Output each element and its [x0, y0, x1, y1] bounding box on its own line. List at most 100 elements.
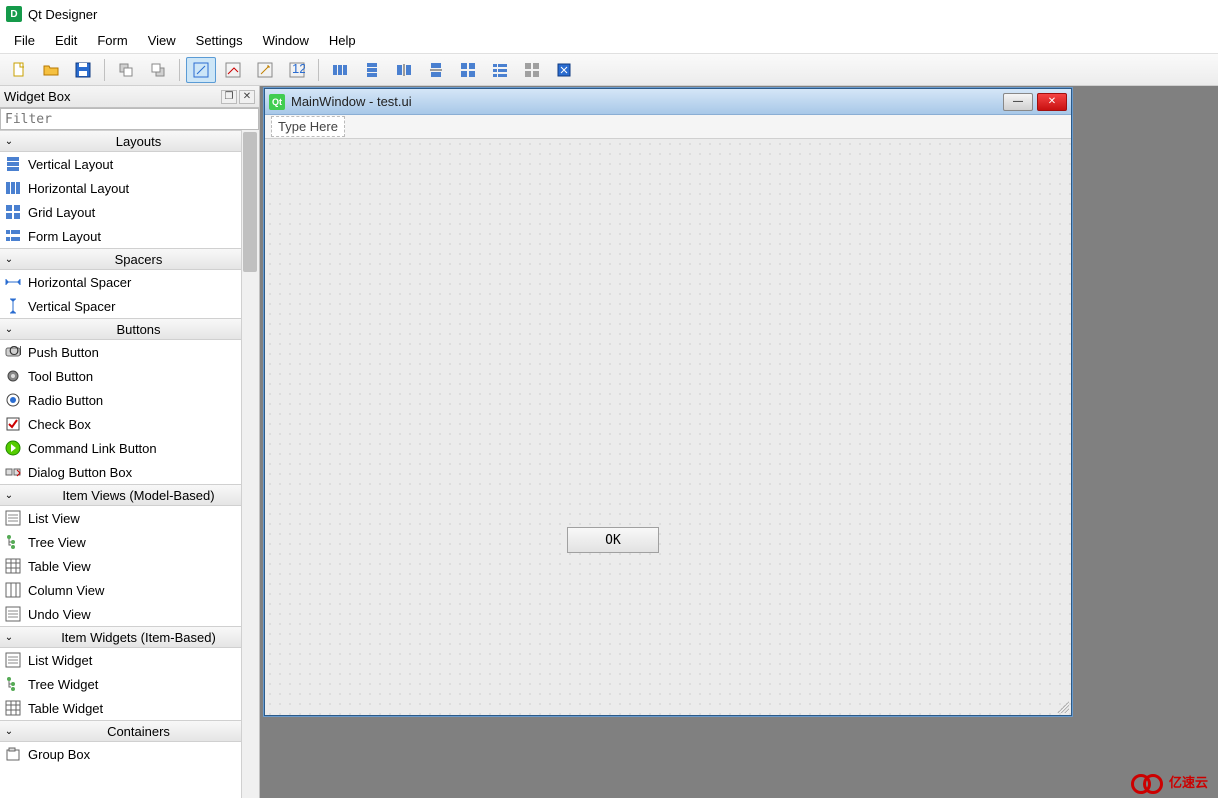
save-button[interactable] [68, 57, 98, 83]
category-spacers[interactable]: ⌄Spacers [0, 248, 259, 270]
new-file-button[interactable] [4, 57, 34, 83]
form-window[interactable]: Qt MainWindow - test.ui — ✕ Type Here OK [264, 88, 1072, 716]
category-containers[interactable]: ⌄Containers [0, 720, 259, 742]
dialog-button-box-icon [4, 463, 22, 481]
tree-view-icon [4, 533, 22, 551]
layout-horiz-splitter-button[interactable] [389, 57, 419, 83]
layout-form-button[interactable] [485, 57, 515, 83]
push-button-icon: OK [4, 343, 22, 361]
dock-float-button[interactable]: ❐ [221, 90, 237, 104]
category-label: Item Widgets (Item-Based) [18, 630, 259, 645]
menu-file[interactable]: File [4, 30, 45, 51]
widget-item-label: Horizontal Spacer [28, 275, 131, 290]
chevron-down-icon: ⌄ [0, 726, 18, 737]
scrollbar[interactable] [241, 130, 259, 798]
menu-settings[interactable]: Settings [186, 30, 253, 51]
ok-button[interactable]: OK [567, 527, 659, 553]
widget-filter-input[interactable] [0, 108, 259, 130]
layout-grid-button[interactable] [453, 57, 483, 83]
category-item-widgets-item-based-[interactable]: ⌄Item Widgets (Item-Based) [0, 626, 259, 648]
widget-radio-button[interactable]: Radio Button [0, 388, 259, 412]
widget-table-widget[interactable]: Table Widget [0, 696, 259, 720]
widget-item-label: Horizontal Layout [28, 181, 129, 196]
size-grip-icon[interactable] [1057, 701, 1069, 713]
svg-text:12: 12 [292, 62, 305, 76]
break-layout-button[interactable] [517, 57, 547, 83]
widget-item-label: Vertical Spacer [28, 299, 115, 314]
group-box-icon [4, 745, 22, 763]
menu-view[interactable]: View [138, 30, 186, 51]
widget-table-view[interactable]: Table View [0, 554, 259, 578]
category-item-views-model-based-[interactable]: ⌄Item Views (Model-Based) [0, 484, 259, 506]
widget-column-view[interactable]: Column View [0, 578, 259, 602]
qt-icon: Qt [269, 94, 285, 110]
widget-horizontal-spacer[interactable]: Horizontal Spacer [0, 270, 259, 294]
category-buttons[interactable]: ⌄Buttons [0, 318, 259, 340]
widget-grid-layout[interactable]: Grid Layout [0, 200, 259, 224]
widget-form-layout[interactable]: Form Layout [0, 224, 259, 248]
undo-view-icon [4, 605, 22, 623]
app-icon: D [6, 6, 22, 22]
form-titlebar[interactable]: Qt MainWindow - test.ui — ✕ [265, 89, 1071, 115]
widget-item-label: Grid Layout [28, 205, 95, 220]
widget-tree-view[interactable]: Tree View [0, 530, 259, 554]
widget-item-label: List Widget [28, 653, 92, 668]
open-file-button[interactable] [36, 57, 66, 83]
widget-vertical-layout[interactable]: Vertical Layout [0, 152, 259, 176]
widget-undo-view[interactable]: Undo View [0, 602, 259, 626]
menu-help[interactable]: Help [319, 30, 366, 51]
edit-taborder-button[interactable]: 12 [282, 57, 312, 83]
category-label: Item Views (Model-Based) [18, 488, 259, 503]
widget-tree-widget[interactable]: Tree Widget [0, 672, 259, 696]
widget-tool-button[interactable]: Tool Button [0, 364, 259, 388]
menu-form[interactable]: Form [87, 30, 137, 51]
tool-button-icon [4, 367, 22, 385]
list-widget-icon [4, 651, 22, 669]
chevron-down-icon: ⌄ [0, 254, 18, 265]
widget-item-label: Radio Button [28, 393, 103, 408]
widget-vertical-spacer[interactable]: Vertical Spacer [0, 294, 259, 318]
chevron-down-icon: ⌄ [0, 632, 18, 643]
design-surface[interactable]: OK [265, 139, 1071, 715]
chevron-down-icon: ⌄ [0, 324, 18, 335]
widget-group-box[interactable]: Group Box [0, 742, 259, 766]
widget-horizontal-layout[interactable]: Horizontal Layout [0, 176, 259, 200]
form-menubar[interactable]: Type Here [265, 115, 1071, 139]
widget-push-button[interactable]: OKPush Button [0, 340, 259, 364]
edit-widgets-button[interactable] [186, 57, 216, 83]
widget-item-label: Group Box [28, 747, 90, 762]
menu-edit[interactable]: Edit [45, 30, 87, 51]
scroll-thumb[interactable] [243, 132, 257, 272]
widget-item-label: Check Box [28, 417, 91, 432]
layout-horizontal-button[interactable] [325, 57, 355, 83]
form-minimize-button[interactable]: — [1003, 93, 1033, 111]
svg-text:OK: OK [9, 344, 21, 358]
app-title: Qt Designer [28, 7, 97, 22]
vertical-spacer-icon [4, 297, 22, 315]
edit-buddies-button[interactable] [250, 57, 280, 83]
widget-item-label: Command Link Button [28, 441, 157, 456]
toolbar: 12 [0, 54, 1218, 86]
adjust-size-button[interactable] [549, 57, 579, 83]
chevron-down-icon: ⌄ [0, 490, 18, 501]
form-close-button[interactable]: ✕ [1037, 93, 1067, 111]
design-mdi-area: Qt MainWindow - test.ui — ✕ Type Here OK [260, 86, 1218, 798]
table-widget-icon [4, 699, 22, 717]
category-layouts[interactable]: ⌄Layouts [0, 130, 259, 152]
form-layout-icon [4, 227, 22, 245]
layout-vertical-button[interactable] [357, 57, 387, 83]
widget-tree[interactable]: ⌄LayoutsVertical Layout Horizontal Layout… [0, 130, 259, 798]
bring-front-button[interactable] [143, 57, 173, 83]
send-back-button[interactable] [111, 57, 141, 83]
menu-window[interactable]: Window [253, 30, 319, 51]
widget-list-view[interactable]: List View [0, 506, 259, 530]
widget-list-widget[interactable]: List Widget [0, 648, 259, 672]
widget-check-box[interactable]: Check Box [0, 412, 259, 436]
edit-signals-button[interactable] [218, 57, 248, 83]
layout-vert-splitter-button[interactable] [421, 57, 451, 83]
widget-command-link-button[interactable]: Command Link Button [0, 436, 259, 460]
category-label: Spacers [18, 252, 259, 267]
widget-dialog-button-box[interactable]: Dialog Button Box [0, 460, 259, 484]
menu-type-here[interactable]: Type Here [271, 116, 345, 137]
dock-close-button[interactable]: ✕ [239, 90, 255, 104]
